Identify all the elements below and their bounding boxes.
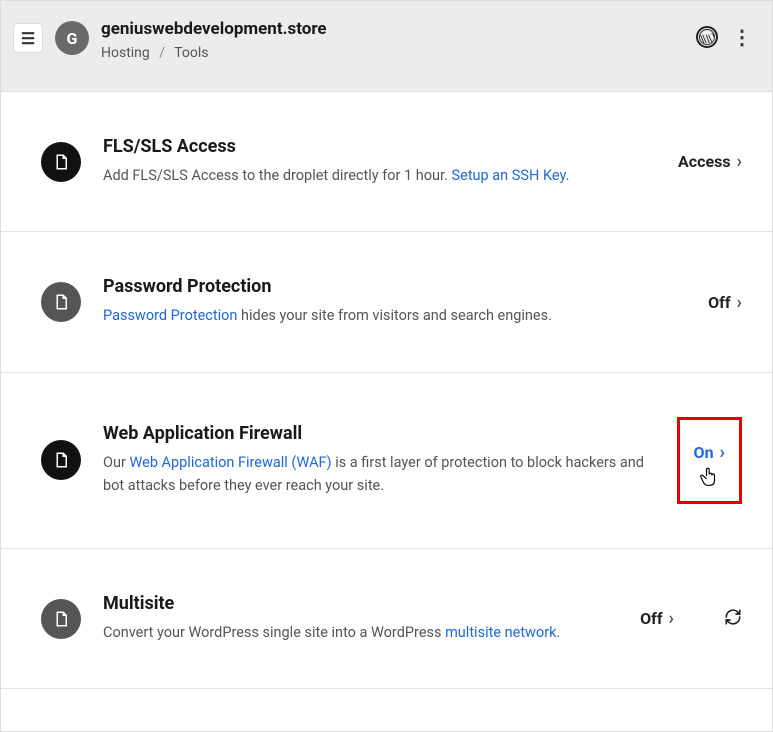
hamburger-icon: ☰ [21, 29, 35, 48]
password-protection-toggle[interactable]: Off › [708, 292, 742, 313]
menu-button[interactable]: ☰ [13, 23, 43, 53]
section-title: Multisite [103, 593, 618, 614]
section-web-application-firewall: Web Application Firewall Our Web Applica… [1, 373, 772, 549]
section-description: Our Web Application Firewall (WAF) is a … [103, 452, 655, 497]
cursor-hand-icon [699, 466, 719, 493]
breadcrumb: Hosting / Tools [101, 45, 684, 61]
waf-link[interactable]: Web Application Firewall (WAF) [129, 454, 331, 471]
chevron-right-icon: › [669, 608, 674, 629]
breadcrumb-current: Tools [174, 45, 208, 61]
title-block: geniuswebdevelopment.store Hosting / Too… [101, 19, 684, 61]
section-title: Web Application Firewall [103, 423, 655, 444]
section-fls-sls-access: FLS/SLS Access Add FLS/SLS Access to the… [1, 92, 772, 232]
section-password-protection: Password Protection Password Protection … [1, 232, 772, 372]
wordpress-icon[interactable] [696, 26, 718, 48]
multisite-network-link[interactable]: multisite network [445, 624, 556, 641]
section-body: Web Application Firewall Our Web Applica… [103, 423, 655, 497]
section-title: Password Protection [103, 276, 686, 297]
refresh-icon[interactable] [724, 608, 742, 630]
site-title: geniuswebdevelopment.store [101, 19, 684, 39]
document-icon [41, 282, 81, 322]
password-protection-link[interactable]: Password Protection [103, 307, 237, 324]
section-multisite: Multisite Convert your WordPress single … [1, 549, 772, 689]
document-icon [41, 440, 81, 480]
section-body: Multisite Convert your WordPress single … [103, 593, 618, 644]
access-button[interactable]: Access › [678, 151, 742, 172]
chevron-right-icon: › [737, 151, 742, 172]
multisite-toggle[interactable]: Off › [640, 608, 674, 629]
chevron-right-icon: › [720, 442, 725, 463]
document-icon [41, 142, 81, 182]
breadcrumb-root[interactable]: Hosting [101, 45, 150, 61]
breadcrumb-separator: / [159, 45, 165, 61]
section-description: Add FLS/SLS Access to the droplet direct… [103, 165, 656, 187]
section-body: FLS/SLS Access Add FLS/SLS Access to the… [103, 136, 656, 187]
section-description: Convert your WordPress single site into … [103, 622, 618, 644]
kebab-menu-icon[interactable]: ⋮ [732, 25, 752, 49]
section-title: FLS/SLS Access [103, 136, 656, 157]
header-actions: ⋮ [696, 25, 752, 49]
document-icon [41, 599, 81, 639]
section-body: Password Protection Password Protection … [103, 276, 686, 327]
chevron-right-icon: › [737, 292, 742, 313]
page-header: ☰ G geniuswebdevelopment.store Hosting /… [1, 1, 772, 92]
avatar[interactable]: G [55, 21, 89, 55]
waf-toggle[interactable]: On › [677, 417, 742, 504]
setup-ssh-key-link[interactable]: Setup an SSH Key [452, 167, 566, 184]
section-description: Password Protection hides your site from… [103, 305, 686, 327]
